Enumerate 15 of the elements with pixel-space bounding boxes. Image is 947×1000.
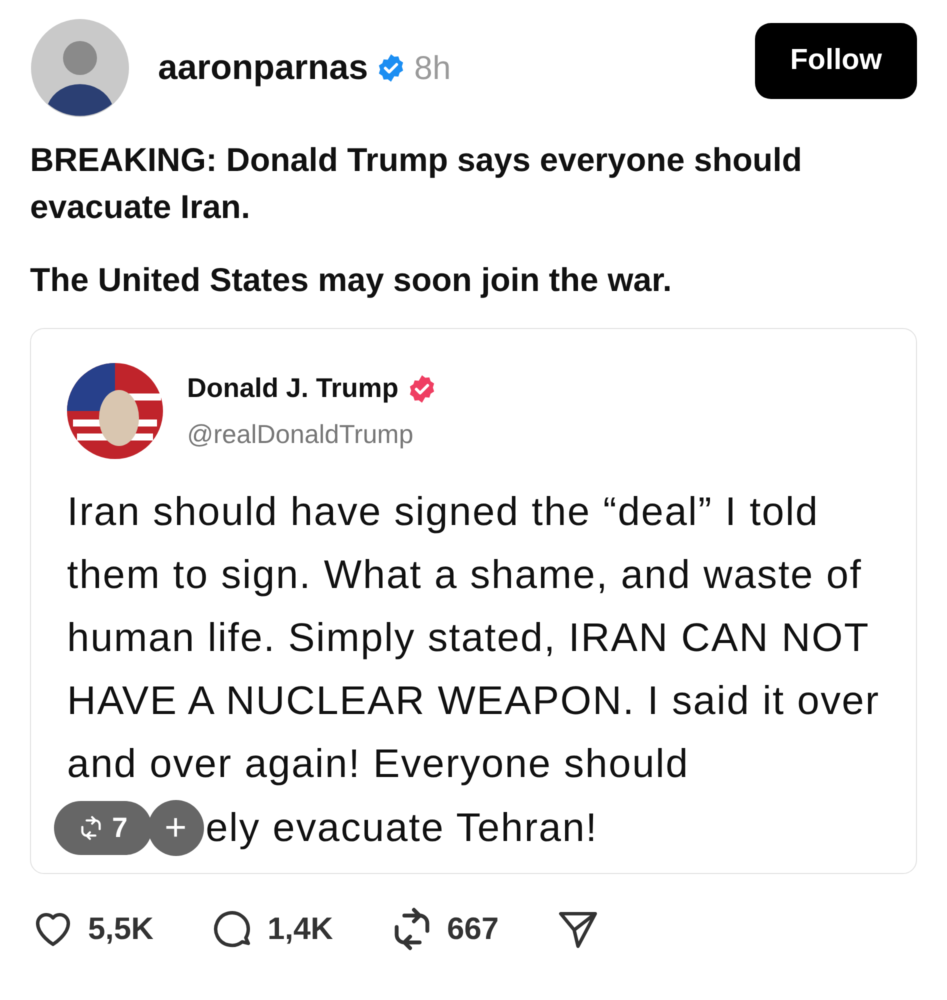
username[interactable]: aaronparnas bbox=[158, 42, 368, 94]
like-button[interactable]: 5,5K bbox=[30, 906, 154, 952]
post-text: BREAKING: Donald Trump says everyone should evacuate Iran. bbox=[30, 140, 803, 227]
quoted-post-text: ely evacuate Tehran! bbox=[206, 804, 598, 852]
reply-button[interactable]: 1,4K bbox=[209, 906, 333, 952]
quoted-author-handle: @realDonaldTrump bbox=[187, 418, 414, 451]
post-text: The United States may soon join the war. bbox=[30, 260, 673, 300]
repost-button[interactable]: 667 bbox=[388, 906, 499, 952]
quoted-author-name[interactable]: Donald J. Trump bbox=[187, 368, 399, 409]
post-time: 8h bbox=[414, 48, 451, 88]
add-button[interactable]: + bbox=[148, 800, 204, 856]
repost-count-badge[interactable]: 7 bbox=[54, 800, 152, 854]
quoted-post-card[interactable] bbox=[30, 328, 917, 874]
avatar[interactable] bbox=[30, 18, 130, 118]
follow-button[interactable]: Follow bbox=[755, 23, 917, 99]
